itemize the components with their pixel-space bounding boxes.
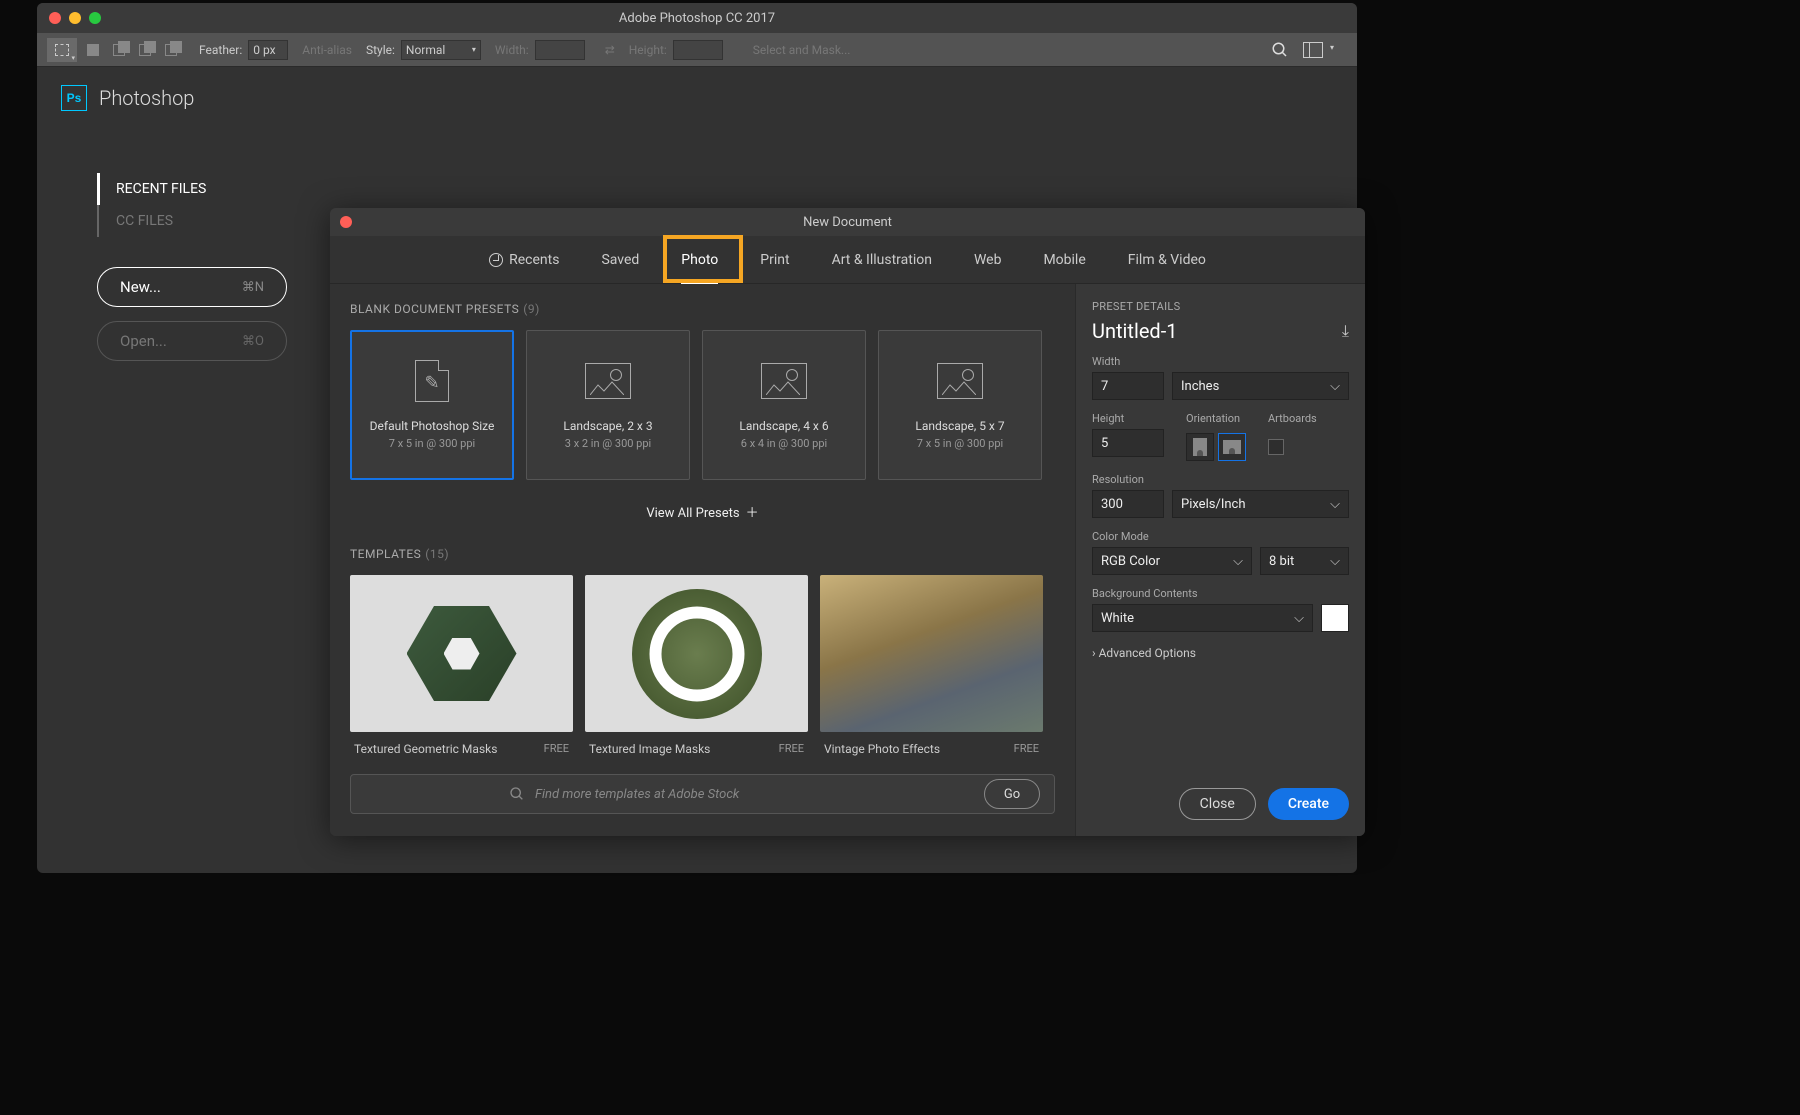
tab-recents[interactable]: Recents bbox=[489, 236, 559, 284]
new-button[interactable]: New... ⌘N bbox=[97, 267, 287, 307]
image-icon bbox=[937, 363, 983, 399]
color-mode-select[interactable]: RGB Color bbox=[1092, 547, 1252, 575]
close-icon[interactable] bbox=[49, 12, 61, 24]
background-contents-label: Background Contents bbox=[1092, 587, 1349, 600]
preset-landscape-5x7[interactable]: Landscape, 5 x 7 7 x 5 in @ 300 ppi bbox=[878, 330, 1042, 480]
feather-input[interactable]: 0 px bbox=[248, 40, 288, 60]
antialias-label: Anti-alias bbox=[302, 43, 352, 57]
width-label: Width: bbox=[495, 43, 529, 57]
close-button[interactable]: Close bbox=[1179, 788, 1256, 820]
presets-panel: BLANK DOCUMENT PRESETS(9) ✎ Default Phot… bbox=[330, 284, 1075, 836]
search-icon bbox=[509, 786, 525, 802]
resolution-unit-select[interactable]: Pixels/Inch bbox=[1172, 490, 1349, 518]
background-color-swatch[interactable] bbox=[1321, 604, 1349, 632]
intersect-selection-icon[interactable] bbox=[159, 38, 183, 62]
tab-saved[interactable]: Saved bbox=[601, 236, 639, 284]
open-button-shortcut: ⌘O bbox=[242, 334, 264, 349]
select-and-mask-button[interactable]: Select and Mask... bbox=[753, 43, 851, 57]
template-search-row: Find more templates at Adobe Stock Go bbox=[350, 774, 1055, 814]
window-title: Adobe Photoshop CC 2017 bbox=[619, 11, 775, 26]
image-icon bbox=[585, 363, 631, 399]
options-bar: Feather: 0 px Anti-alias Style: Normal W… bbox=[37, 33, 1357, 67]
template-vintage-photo-effects[interactable]: Vintage Photo EffectsFREE bbox=[820, 575, 1043, 756]
resolution-label: Resolution bbox=[1092, 473, 1349, 486]
image-icon bbox=[761, 363, 807, 399]
new-button-shortcut: ⌘N bbox=[242, 280, 264, 295]
landscape-icon bbox=[1223, 440, 1241, 454]
blank-presets-header: BLANK DOCUMENT PRESETS(9) bbox=[350, 302, 1055, 316]
open-button-label: Open... bbox=[120, 332, 167, 350]
portrait-icon bbox=[1193, 438, 1207, 456]
tab-film-video[interactable]: Film & Video bbox=[1128, 236, 1206, 284]
height-label: Height: bbox=[629, 43, 667, 57]
style-label: Style: bbox=[366, 43, 395, 57]
style-select[interactable]: Normal bbox=[401, 40, 481, 60]
clock-icon bbox=[489, 253, 503, 267]
document-icon: ✎ bbox=[415, 360, 449, 402]
width-label: Width bbox=[1092, 355, 1349, 368]
height-input[interactable]: 5 bbox=[1092, 429, 1164, 457]
tab-mobile[interactable]: Mobile bbox=[1043, 236, 1085, 284]
orientation-label: Orientation bbox=[1186, 412, 1246, 425]
sidebar-tab-ccfiles[interactable]: CC FILES bbox=[97, 205, 337, 237]
preset-default-photoshop-size[interactable]: ✎ Default Photoshop Size 7 x 5 in @ 300 … bbox=[350, 330, 514, 480]
advanced-options-toggle[interactable]: Advanced Options bbox=[1092, 646, 1349, 660]
background-contents-select[interactable]: White bbox=[1092, 604, 1313, 632]
workspace-layout-icon[interactable] bbox=[1303, 42, 1323, 58]
color-mode-label: Color Mode bbox=[1092, 530, 1349, 543]
search-icon[interactable] bbox=[1271, 41, 1289, 59]
new-button-label: New... bbox=[120, 278, 161, 296]
traffic-lights bbox=[49, 12, 101, 24]
dialog-title: New Document bbox=[803, 215, 892, 230]
go-button[interactable]: Go bbox=[984, 779, 1040, 809]
width-unit-select[interactable]: Inches bbox=[1172, 372, 1349, 400]
brand-label: Photoshop bbox=[99, 86, 194, 110]
document-name-input[interactable]: Untitled-1 bbox=[1092, 319, 1177, 343]
width-input[interactable] bbox=[535, 40, 585, 60]
marquee-tool-icon[interactable] bbox=[47, 38, 77, 62]
tab-art-illustration[interactable]: Art & Illustration bbox=[832, 236, 932, 284]
add-selection-icon[interactable] bbox=[107, 38, 131, 62]
brand-row: Ps Photoshop bbox=[37, 67, 1357, 111]
template-search-input[interactable]: Find more templates at Adobe Stock bbox=[535, 787, 974, 802]
orientation-landscape-button[interactable] bbox=[1218, 433, 1246, 461]
template-textured-image-masks[interactable]: Textured Image MasksFREE bbox=[585, 575, 808, 756]
save-preset-icon[interactable]: ⤓ bbox=[1342, 321, 1349, 341]
width-input[interactable]: 7 bbox=[1092, 372, 1164, 400]
titlebar: Adobe Photoshop CC 2017 bbox=[37, 3, 1357, 33]
templates-header: TEMPLATES(15) bbox=[350, 547, 1055, 561]
create-button[interactable]: Create bbox=[1268, 788, 1349, 820]
new-document-dialog: New Document Recents Saved Photo Print A… bbox=[330, 208, 1365, 836]
tab-photo[interactable]: Photo bbox=[681, 236, 718, 284]
minimize-icon[interactable] bbox=[69, 12, 81, 24]
template-textured-geometric-masks[interactable]: Textured Geometric MasksFREE bbox=[350, 575, 573, 756]
resolution-input[interactable]: 300 bbox=[1092, 490, 1164, 518]
category-tabs: Recents Saved Photo Print Art & Illustra… bbox=[330, 236, 1365, 284]
dialog-close-icon[interactable] bbox=[340, 216, 352, 228]
height-label: Height bbox=[1092, 412, 1164, 425]
open-button[interactable]: Open... ⌘O bbox=[97, 321, 287, 361]
artboards-label: Artboards bbox=[1268, 412, 1317, 425]
tab-print[interactable]: Print bbox=[760, 236, 789, 284]
preset-details-label: PRESET DETAILS bbox=[1092, 300, 1349, 313]
photoshop-logo-icon: Ps bbox=[61, 85, 87, 111]
preset-landscape-4x6[interactable]: Landscape, 4 x 6 6 x 4 in @ 300 ppi bbox=[702, 330, 866, 480]
orientation-portrait-button[interactable] bbox=[1186, 433, 1214, 461]
maximize-icon[interactable] bbox=[89, 12, 101, 24]
preset-landscape-2x3[interactable]: Landscape, 2 x 3 3 x 2 in @ 300 ppi bbox=[526, 330, 690, 480]
view-all-presets-button[interactable]: View All Presets＋ bbox=[350, 502, 1055, 521]
preset-details-panel: PRESET DETAILS Untitled-1 ⤓ Width 7 Inch… bbox=[1075, 284, 1365, 836]
start-sidebar: RECENT FILES CC FILES New... ⌘N Open... … bbox=[97, 173, 337, 361]
bit-depth-select[interactable]: 8 bit bbox=[1260, 547, 1349, 575]
dialog-titlebar: New Document bbox=[330, 208, 1365, 236]
feather-label: Feather: bbox=[199, 43, 242, 57]
artboards-checkbox[interactable] bbox=[1268, 439, 1284, 455]
new-selection-icon[interactable] bbox=[81, 38, 105, 62]
plus-icon: ＋ bbox=[746, 506, 759, 521]
height-input[interactable] bbox=[673, 40, 723, 60]
subtract-selection-icon[interactable] bbox=[133, 38, 157, 62]
tab-web[interactable]: Web bbox=[974, 236, 1002, 284]
sidebar-tab-recent[interactable]: RECENT FILES bbox=[97, 173, 337, 205]
